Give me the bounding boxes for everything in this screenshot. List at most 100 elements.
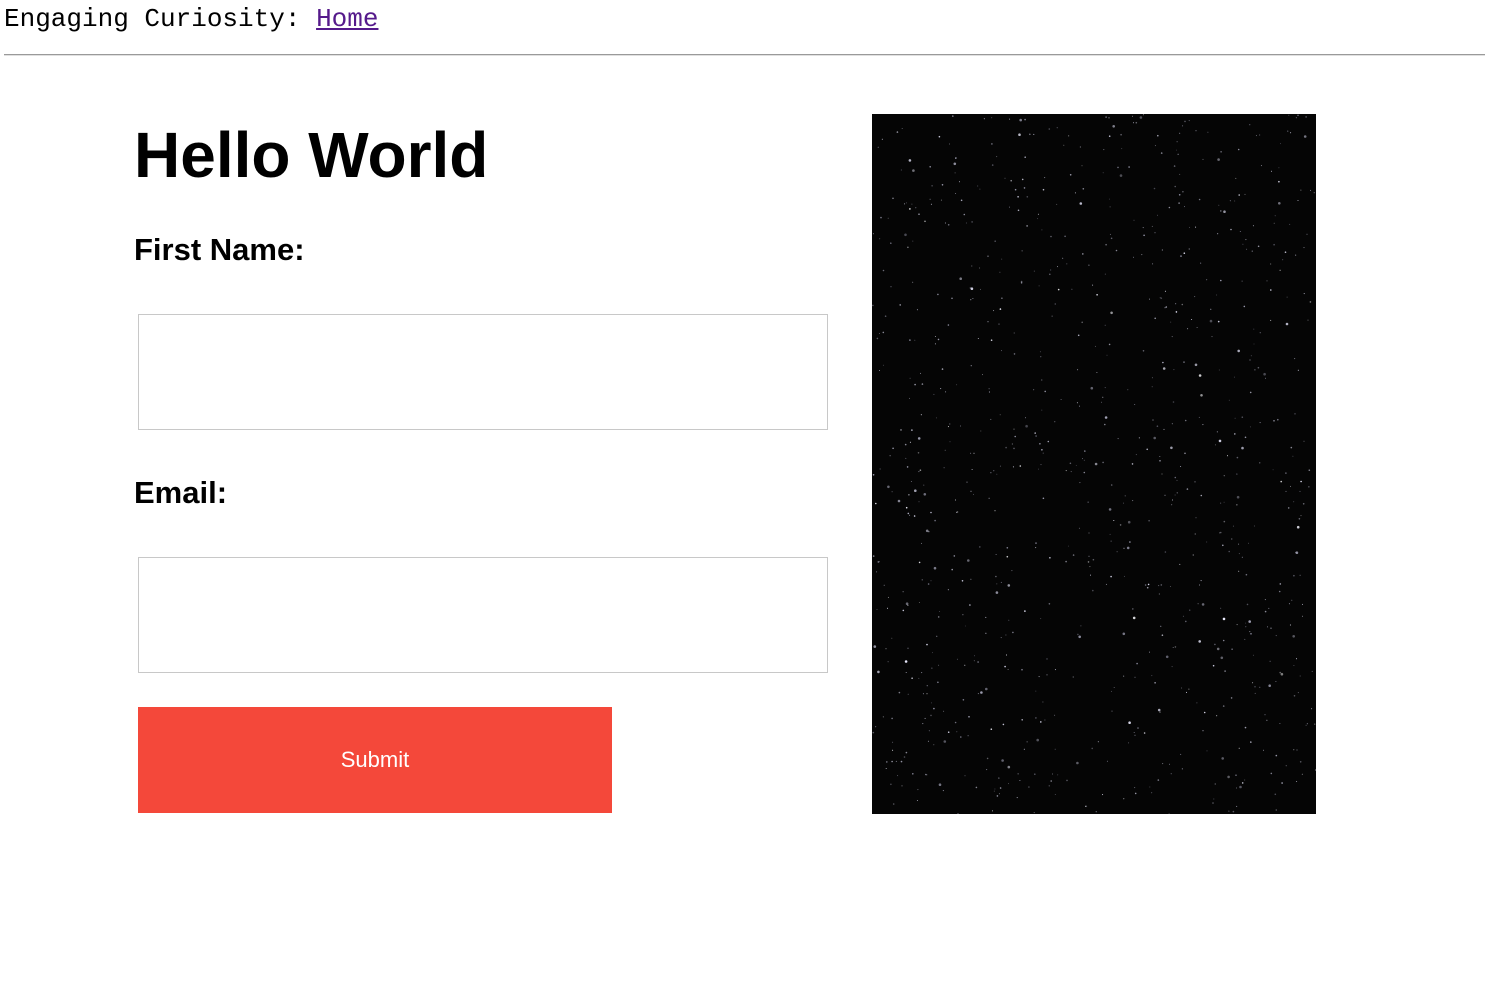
- star: [1223, 520, 1226, 523]
- star: [877, 146, 879, 148]
- star: [1160, 152, 1163, 154]
- star: [996, 795, 999, 797]
- star: [1305, 724, 1307, 726]
- email-field[interactable]: [138, 557, 828, 673]
- star: [996, 473, 998, 475]
- site-label: Engaging Curiosity:: [4, 4, 301, 34]
- star: [960, 425, 961, 427]
- star: [1042, 701, 1044, 703]
- star: [1054, 714, 1056, 716]
- star: [1134, 734, 1136, 736]
- star: [905, 457, 907, 459]
- star: [938, 664, 940, 666]
- star: [1206, 279, 1208, 281]
- star: [1161, 473, 1163, 475]
- star: [937, 616, 940, 618]
- star: [1149, 298, 1150, 300]
- star: [1289, 223, 1291, 225]
- star: [1187, 328, 1189, 330]
- star: [937, 338, 940, 341]
- star: [1273, 243, 1275, 246]
- star: [1123, 502, 1124, 504]
- star: [1151, 675, 1153, 677]
- star: [1005, 634, 1007, 636]
- star: [947, 426, 949, 428]
- star: [1017, 209, 1020, 212]
- star: [1188, 248, 1190, 250]
- star: [1054, 303, 1056, 305]
- star: [947, 224, 950, 226]
- star: [1243, 305, 1246, 308]
- star: [1160, 584, 1163, 586]
- star: [1094, 462, 1098, 466]
- star: [1254, 685, 1256, 688]
- star: [1079, 146, 1081, 148]
- star: [975, 786, 978, 789]
- first-name-field[interactable]: [138, 314, 828, 430]
- star: [1195, 226, 1197, 228]
- star: [916, 309, 918, 311]
- star: [970, 578, 972, 580]
- star: [1303, 135, 1307, 138]
- star: [883, 584, 885, 586]
- star: [1308, 469, 1311, 472]
- star: [1057, 774, 1059, 776]
- star: [1220, 279, 1222, 282]
- star: [1171, 423, 1173, 425]
- star: [1217, 158, 1220, 161]
- star: [887, 596, 889, 598]
- star: [1081, 321, 1083, 324]
- star: [1290, 485, 1291, 487]
- star: [915, 207, 917, 209]
- star: [971, 221, 973, 223]
- star: [909, 208, 911, 210]
- star: [898, 691, 901, 694]
- star: [963, 213, 966, 216]
- star: [1021, 668, 1023, 671]
- star: [957, 813, 959, 814]
- home-link[interactable]: Home: [316, 4, 378, 34]
- star: [1293, 501, 1295, 503]
- submit-button[interactable]: Submit: [138, 707, 612, 813]
- star: [1285, 322, 1289, 326]
- star: [1184, 419, 1187, 422]
- star: [1216, 431, 1218, 433]
- star: [943, 710, 945, 712]
- star: [887, 485, 890, 489]
- star: [930, 580, 932, 582]
- star: [977, 661, 979, 663]
- star: [917, 789, 919, 791]
- star: [1017, 773, 1019, 775]
- star: [960, 736, 962, 738]
- star: [928, 730, 930, 732]
- star: [1050, 780, 1052, 782]
- star: [1223, 210, 1226, 213]
- star: [1245, 622, 1247, 624]
- star: [1244, 436, 1247, 439]
- star: [1233, 376, 1235, 378]
- star: [985, 687, 988, 691]
- star: [1013, 332, 1015, 334]
- star: [998, 323, 1000, 325]
- star: [1203, 711, 1206, 714]
- star: [912, 281, 914, 283]
- star: [1314, 769, 1316, 771]
- star: [1159, 456, 1161, 457]
- star: [1103, 149, 1105, 151]
- star: [1024, 610, 1026, 612]
- star: [1085, 805, 1088, 808]
- star: [1040, 721, 1042, 723]
- star: [1186, 691, 1187, 693]
- star: [1123, 547, 1125, 549]
- star: [1077, 633, 1079, 636]
- star: [1287, 507, 1290, 509]
- star: [1065, 470, 1067, 472]
- star: [1126, 546, 1130, 550]
- star: [921, 672, 923, 674]
- star: [1024, 156, 1026, 158]
- star: [1050, 235, 1052, 238]
- star: [1238, 543, 1240, 545]
- star: [884, 315, 887, 317]
- star: [1177, 153, 1179, 155]
- star: [1218, 204, 1220, 206]
